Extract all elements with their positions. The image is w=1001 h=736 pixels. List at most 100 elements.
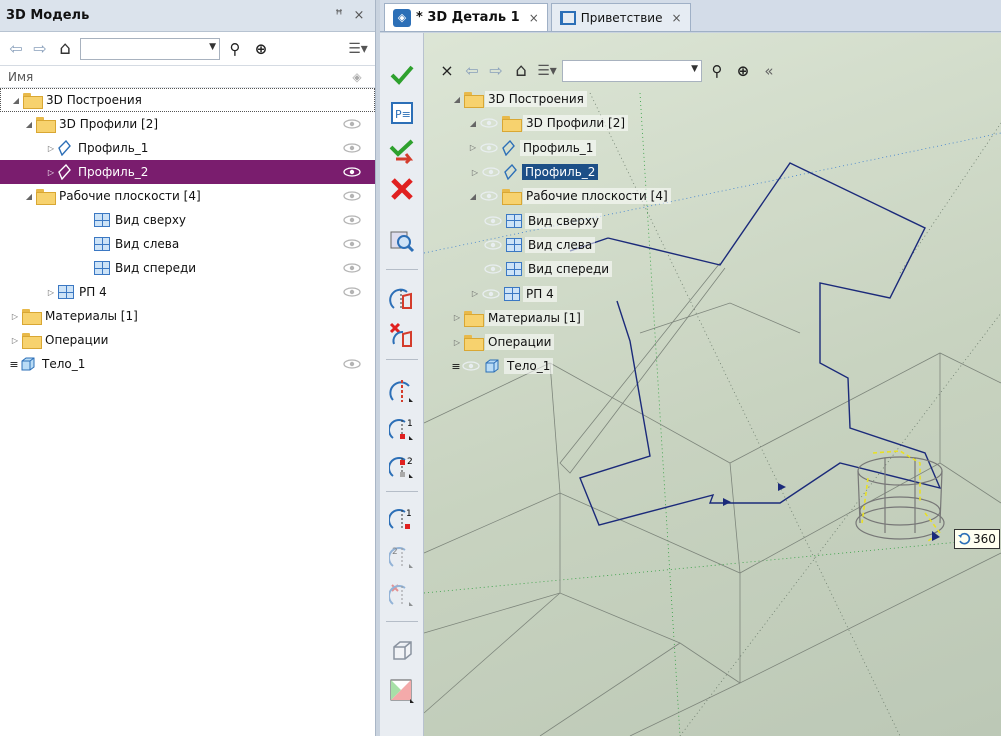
tree-item[interactable]: Вид сверху: [0, 208, 375, 232]
tab-close-button[interactable]: ×: [529, 11, 539, 25]
two-directions-button[interactable]: 2: [386, 541, 418, 573]
remove-profile-button[interactable]: [386, 319, 418, 351]
floating-tree-item[interactable]: ≡ Тело_1: [450, 354, 671, 378]
collapsed-arrow-icon[interactable]: ▷: [8, 312, 22, 321]
home-icon[interactable]: ⌂: [510, 61, 532, 81]
direction-2-button[interactable]: 2: [386, 451, 418, 483]
select-axis-button[interactable]: [386, 375, 418, 407]
preview-button[interactable]: [386, 225, 418, 257]
back-arrow-icon[interactable]: ⇦: [6, 39, 26, 59]
floating-tree-item[interactable]: ▷ Профиль_1: [450, 136, 671, 160]
floating-tree-item[interactable]: ▷ Операции: [450, 330, 671, 354]
home-icon[interactable]: ⌂: [54, 38, 76, 59]
floating-tree-item[interactable]: Вид сверху: [450, 208, 671, 232]
color-button[interactable]: [386, 675, 418, 707]
collapsed-arrow-icon[interactable]: ▷: [44, 144, 58, 153]
eye-icon[interactable]: [484, 215, 502, 226]
eye-icon[interactable]: [480, 191, 498, 201]
list-options-icon[interactable]: ☰▾: [347, 41, 369, 57]
expanded-arrow-icon[interactable]: ◢: [22, 120, 36, 129]
collapsed-arrow-icon[interactable]: ▷: [44, 288, 58, 297]
eye-icon[interactable]: [343, 215, 361, 225]
collapsed-arrow-icon[interactable]: ▷: [468, 168, 482, 177]
floating-tree-item[interactable]: ◢ 3D Профили [2]: [450, 111, 671, 135]
thin-wall-button[interactable]: [386, 635, 418, 667]
tree-item[interactable]: ◢ Рабочие плоскости [4]: [0, 184, 375, 208]
collapsed-arrow-icon[interactable]: ▷: [44, 168, 58, 177]
eye-icon[interactable]: [482, 288, 500, 299]
tree-item[interactable]: Вид слева: [0, 232, 375, 256]
tab-3d-part[interactable]: ◈ * 3D Деталь 1 ×: [384, 3, 548, 31]
eye-icon[interactable]: [343, 167, 361, 177]
search-icon[interactable]: ⚲: [706, 60, 728, 82]
tree-item[interactable]: Вид спереди: [0, 256, 375, 280]
properties-button[interactable]: P≡: [386, 97, 418, 129]
apply-next-button[interactable]: [386, 135, 418, 167]
filter-combo[interactable]: ▼: [562, 60, 702, 82]
eye-icon[interactable]: [480, 118, 498, 129]
eye-icon[interactable]: [484, 264, 502, 274]
eye-icon[interactable]: [343, 263, 361, 273]
floating-tree-item[interactable]: Вид спереди: [450, 257, 671, 281]
eye-icon[interactable]: [482, 167, 500, 177]
eye-icon[interactable]: [484, 240, 502, 250]
forward-arrow-icon[interactable]: ⇨: [30, 39, 50, 59]
list-options-icon[interactable]: ☰▾: [536, 63, 558, 79]
eye-icon[interactable]: [480, 143, 498, 153]
expanded-arrow-icon[interactable]: ◢: [466, 119, 480, 128]
floating-tree-item[interactable]: ▷ Материалы [1]: [450, 306, 671, 330]
single-direction-button[interactable]: 1: [386, 503, 418, 535]
tree-item[interactable]: ≡ Тело_1: [0, 352, 375, 376]
back-arrow-icon[interactable]: ⇦: [462, 61, 482, 81]
expanded-arrow-icon[interactable]: ◢: [466, 192, 480, 201]
collapsed-arrow-icon[interactable]: ▷: [468, 289, 482, 298]
tree-item[interactable]: ▷ Профиль_1: [0, 136, 375, 160]
eye-icon[interactable]: [343, 143, 361, 153]
symmetric-button[interactable]: [386, 579, 418, 611]
eye-icon[interactable]: [462, 361, 480, 372]
direction-arrow-icon: [778, 483, 786, 491]
eye-icon[interactable]: [343, 359, 361, 369]
tree-item[interactable]: ▷ РП 4: [0, 280, 375, 304]
target-icon[interactable]: ⊕: [250, 38, 272, 60]
floating-tree-item[interactable]: ▷ Профиль_2: [450, 160, 671, 184]
collapsed-arrow-icon[interactable]: ▷: [450, 313, 464, 322]
tree-item-label: Профиль_1: [78, 141, 149, 155]
select-profile-button[interactable]: [386, 283, 418, 315]
tree-item[interactable]: ▷ Материалы [1]: [0, 304, 375, 328]
eye-icon[interactable]: [343, 239, 361, 249]
target-icon[interactable]: ⊕: [732, 60, 754, 82]
angle-input[interactable]: 360: [954, 529, 1000, 549]
floating-tree-item[interactable]: ▷ РП 4: [450, 281, 671, 305]
eye-icon[interactable]: [343, 287, 361, 297]
ok-checkmark-button[interactable]: [386, 59, 418, 91]
collapsed-arrow-icon[interactable]: ▷: [8, 336, 22, 345]
direction-two-icon: 2: [389, 457, 413, 478]
tree-item[interactable]: ◢ 3D Построения: [0, 88, 375, 112]
expanded-arrow-icon[interactable]: ◢: [450, 95, 464, 104]
collapse-chevron-icon[interactable]: «: [758, 60, 780, 82]
eye-icon[interactable]: [343, 119, 361, 129]
cancel-button[interactable]: [386, 173, 418, 205]
expanded-arrow-icon[interactable]: ◢: [22, 192, 36, 201]
tab-welcome[interactable]: Приветствие ×: [550, 3, 691, 31]
pin-icon[interactable]: ꟸ: [329, 8, 349, 23]
search-icon[interactable]: ⚲: [224, 38, 246, 60]
floating-tree-item[interactable]: ◢ 3D Построения: [450, 87, 671, 111]
filter-combo[interactable]: ▼: [80, 37, 220, 60]
tab-close-button[interactable]: ×: [672, 11, 682, 25]
3d-viewport[interactable]: P≡ 1 2 1 2 × ⇦ ⇨ ⌂ ☰▾ ▼ ⚲ ⊕ « ◢ 3D Постр…: [380, 33, 1001, 736]
floating-tree-item[interactable]: ◢ Рабочие плоскости [4]: [450, 184, 671, 208]
floating-tree-item[interactable]: Вид слева: [450, 233, 671, 257]
tree-item[interactable]: ▷ Операции: [0, 328, 375, 352]
eye-icon[interactable]: [343, 191, 361, 201]
floating-close-button[interactable]: ×: [436, 60, 458, 82]
collapsed-arrow-icon[interactable]: ▷: [466, 143, 480, 152]
collapsed-arrow-icon[interactable]: ▷: [450, 338, 464, 347]
panel-close-button[interactable]: ×: [349, 8, 369, 23]
expanded-arrow-icon[interactable]: ◢: [9, 96, 23, 105]
tree-item[interactable]: ▷ Профиль_2: [0, 160, 375, 184]
direction-1-button[interactable]: 1: [386, 413, 418, 445]
forward-arrow-icon[interactable]: ⇨: [486, 61, 506, 81]
tree-item[interactable]: ◢ 3D Профили [2]: [0, 112, 375, 136]
